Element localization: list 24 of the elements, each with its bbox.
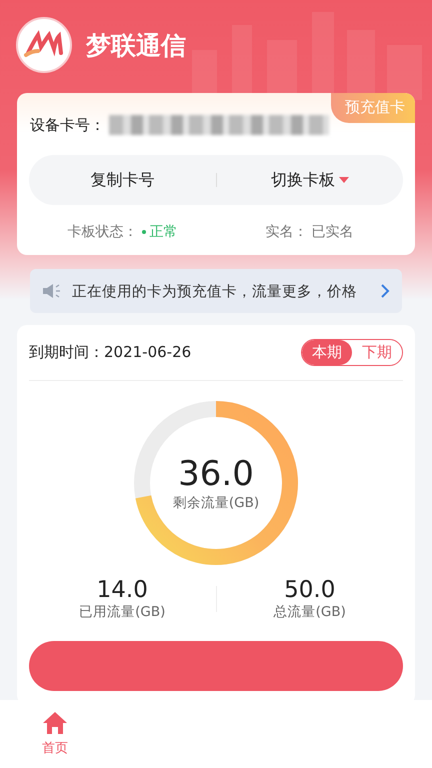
card-action-button[interactable]: 切换卡板 (216, 168, 403, 192)
expiry-text: 到期时间：2021-06-26 (29, 343, 192, 362)
status-value: 正常 (150, 223, 178, 241)
remaining-label: 剩余流量(GB) (172, 494, 260, 512)
stat-value: 14.0 (96, 577, 148, 603)
card-number-label: 设备卡号： (30, 116, 105, 134)
stat-value: 50.0 (284, 577, 336, 603)
chevron-right-icon (380, 283, 390, 299)
card-type-badge: 预充值卡 (331, 93, 415, 123)
notice-bar[interactable]: 正在使用的卡为预充值卡，流量更多，价格 (30, 269, 402, 313)
caret-icon (338, 177, 349, 183)
home-icon (42, 711, 68, 735)
app-title: 梦联通信 (86, 30, 186, 62)
status-label: 卡板状态： (68, 223, 138, 241)
notice-text: 正在使用的卡为预充值卡，流量更多，价格 (72, 282, 358, 300)
card-action-button[interactable]: 复制卡号 (29, 168, 216, 192)
stat-label: 已用流量(GB) (79, 603, 166, 621)
logo-icon (16, 17, 72, 73)
remaining-value: 36.0 (178, 454, 254, 494)
speaker-icon (42, 283, 62, 299)
buy-button[interactable] (29, 641, 403, 691)
status-label: 实名： (266, 223, 308, 241)
status-value: 已实名 (312, 223, 354, 241)
stat-label: 总流量(GB) (274, 603, 346, 621)
